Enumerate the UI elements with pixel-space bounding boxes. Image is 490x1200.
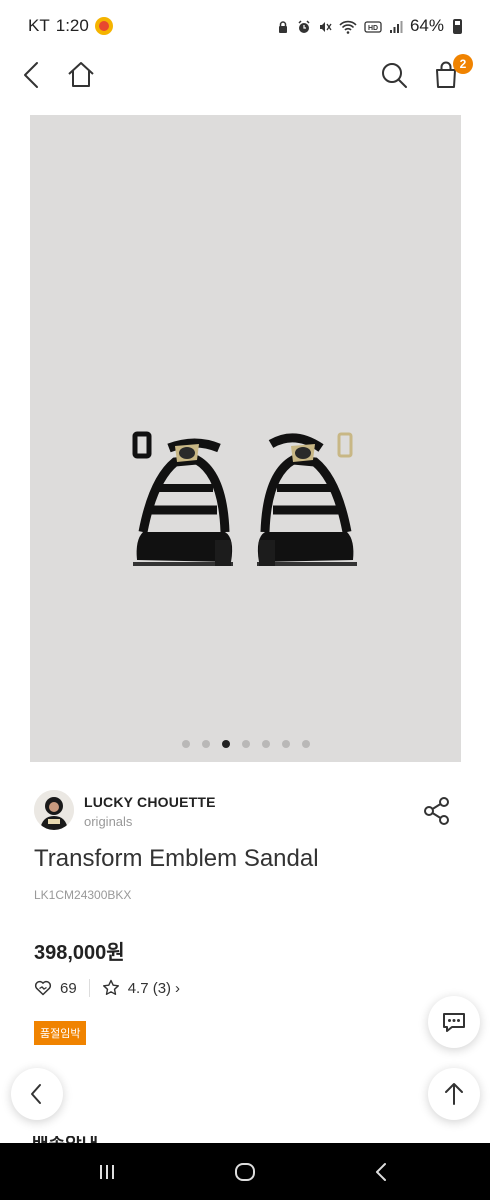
back-icon [24,62,38,88]
status-bar: KT 1:20 HD 64% [0,0,490,52]
product-title: Transform Emblem Sandal [34,845,319,872]
star-icon [102,979,119,995]
search-icon [382,63,407,88]
scroll-top-icon [445,1083,463,1105]
meta-row: 69 4.7 (3) › [34,977,180,999]
recents-icon [100,1165,114,1179]
battery-percent: 64% [409,16,444,35]
top-nav: 2 [0,52,490,98]
back-button[interactable] [14,56,52,94]
chevron-right-icon: › [175,979,181,997]
carousel-dot[interactable] [181,740,190,748]
share-button[interactable] [422,796,452,826]
meta-divider [88,979,90,997]
hd-icon: HD [364,19,382,33]
brand-avatar[interactable] [34,790,74,830]
home-button[interactable] [62,56,100,94]
brand-row: LUCKY CHOUETTE originals [34,790,464,832]
carrier-label: KT [28,16,50,35]
carousel-dot[interactable] [261,740,270,748]
left-sandal [132,431,233,566]
chat-icon [443,1013,465,1032]
carousel-dot[interactable] [281,740,290,748]
scroll-top-button[interactable] [428,1068,480,1120]
system-home-button[interactable] [230,1157,260,1187]
cart-count-badge: 2 [453,54,473,74]
carousel-dot[interactable] [201,740,210,748]
clock: 1:20 [55,16,89,35]
previous-page-button[interactable] [11,1068,63,1120]
svg-text:HD: HD [368,25,378,32]
back-chevron-icon [376,1163,386,1181]
right-sandal [257,432,357,566]
mute-icon [318,19,332,33]
chat-button[interactable] [428,996,480,1048]
product-photo [132,431,357,566]
product-code: LK1CM24300BKX [34,888,132,902]
wifi-icon [339,19,357,34]
prev-icon [31,1084,41,1104]
brand-subtitle: originals [84,814,133,829]
brand-name[interactable]: LUCKY CHOUETTE [84,794,216,810]
status-right: HD 64% [276,16,462,36]
battery-icon [453,18,462,34]
carousel-dot[interactable] [301,740,310,748]
carrier-app-icon [94,17,113,35]
cart-button[interactable]: 2 [427,54,473,94]
brand-avatar-image [34,790,74,830]
carousel-dot[interactable] [221,740,230,748]
carousel-dot[interactable] [241,740,250,748]
lock-icon [276,19,290,33]
status-badge: 품절임박 [34,1021,87,1045]
product-image-carousel[interactable] [30,115,461,762]
rating-link[interactable]: 4.7 (3) › [102,979,180,997]
like-button[interactable]: 69 [34,979,77,997]
share-icon [424,797,449,825]
like-count: 69 [60,979,77,997]
system-back-button[interactable] [367,1157,397,1187]
status-left: KT 1:20 [28,16,113,36]
heart-icon [34,980,52,996]
recents-button[interactable] [92,1157,122,1187]
search-button[interactable] [375,56,413,94]
signal-icon [389,19,403,33]
product-price: 398,000원 [34,942,125,964]
home-circle-icon [235,1163,255,1181]
alarm-icon [297,19,311,33]
rating-value: 4.7 (3) [127,979,172,997]
home-icon [68,62,94,87]
system-nav-bar [0,1143,490,1200]
carousel-indicator [30,740,461,748]
